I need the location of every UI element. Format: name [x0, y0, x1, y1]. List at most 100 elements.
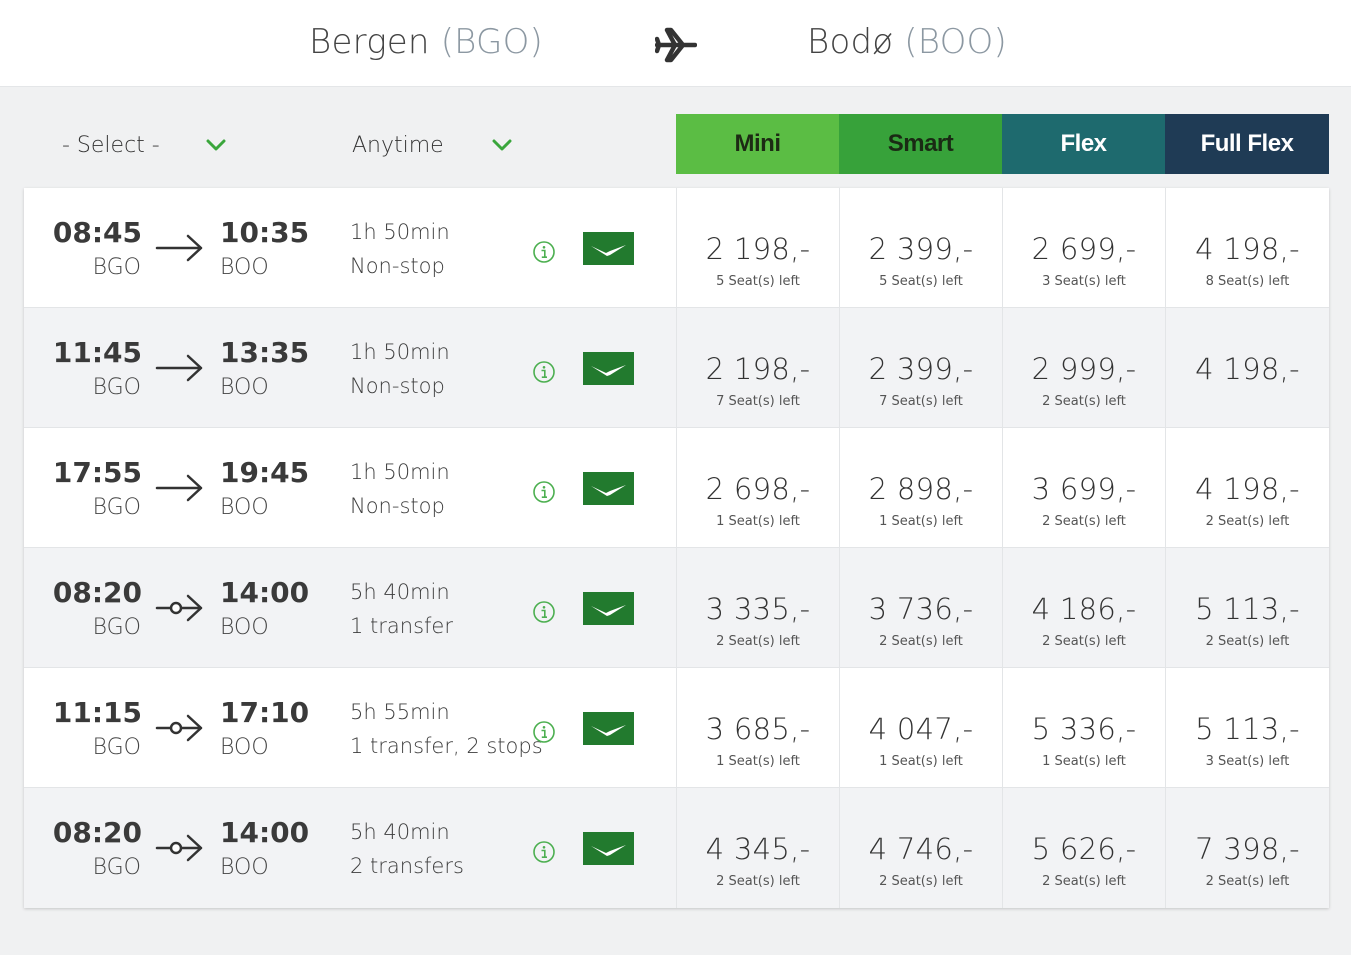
fare-cell-full-flex[interactable]: 4 198,-: [1165, 308, 1329, 427]
direct-arrow-icon: [155, 234, 203, 262]
fare-cell-full-flex[interactable]: 4 198,- 8 Seat(s) left: [1165, 188, 1329, 307]
arrival-airport: BOO: [220, 375, 269, 400]
flight-row[interactable]: 11:15 BGO 17:10 BOO 5h 55min 1 transfer,…: [24, 668, 1329, 788]
transfer-arrow-icon: [155, 834, 203, 862]
transfer-arrow-icon: [155, 594, 203, 622]
departure-airport: BGO: [92, 615, 141, 640]
info-icon[interactable]: [532, 360, 556, 384]
fare-cell-full-flex[interactable]: 5 113,- 3 Seat(s) left: [1165, 668, 1329, 787]
seats-left: 5 Seat(s) left: [879, 274, 963, 289]
seats-left: 8 Seat(s) left: [1205, 274, 1290, 289]
fare-cell-flex[interactable]: 2 999,- 2 Seat(s) left: [1002, 308, 1165, 427]
arrival-time: 14:00: [220, 816, 310, 849]
flight-duration: 1h 50min: [350, 340, 450, 364]
flight-info: 08:20 BGO 14:00 BOO 5h 40min 2 transfers: [24, 788, 676, 908]
fare-header-flex[interactable]: Flex: [1002, 114, 1165, 174]
fare-cell-smart[interactable]: 2 399,- 7 Seat(s) left: [839, 308, 1002, 427]
fare-cell-smart[interactable]: 3 736,- 2 Seat(s) left: [839, 548, 1002, 667]
seats-left: 2 Seat(s) left: [716, 634, 800, 649]
fare-cell-mini[interactable]: 3 335,- 2 Seat(s) left: [676, 548, 839, 667]
stops-filter-label: - Select -: [62, 132, 160, 158]
seats-left: 2 Seat(s) left: [1042, 874, 1126, 889]
fare-cell-mini[interactable]: 2 198,- 5 Seat(s) left: [676, 188, 839, 307]
arrival-airport: BOO: [220, 855, 269, 880]
info-icon[interactable]: [532, 240, 556, 264]
direct-arrow-icon: [155, 354, 203, 382]
info-icon[interactable]: [532, 840, 556, 864]
seats-left: 1 Seat(s) left: [879, 514, 963, 529]
arrival-airport: BOO: [220, 495, 269, 520]
time-filter-dropdown[interactable]: Anytime: [352, 128, 532, 162]
airline-logo-icon: [583, 232, 634, 265]
fare-price: 4 186,-: [1031, 592, 1137, 626]
info-icon[interactable]: [532, 720, 556, 744]
departure-airport: BGO: [92, 735, 141, 760]
fare-header-full-flex[interactable]: Full Flex: [1165, 114, 1329, 174]
fare-cell-flex[interactable]: 4 186,- 2 Seat(s) left: [1002, 548, 1165, 667]
fare-cell-full-flex[interactable]: 5 113,- 2 Seat(s) left: [1165, 548, 1329, 667]
origin-city: Bergen: [309, 22, 430, 62]
seats-left: 2 Seat(s) left: [716, 874, 800, 889]
fare-price: 3 685,-: [705, 712, 811, 746]
departure-time: 17:55: [52, 456, 142, 489]
seats-left: 7 Seat(s) left: [879, 394, 963, 409]
fare-cell-flex[interactable]: 5 336,- 1 Seat(s) left: [1002, 668, 1165, 787]
fare-price: 4 198,-: [1195, 232, 1300, 266]
flight-info: 08:20 BGO 14:00 BOO 5h 40min 1 transfer: [24, 548, 676, 667]
dest-city: Bodø: [807, 22, 894, 62]
flight-info: 17:55 BGO 19:45 BOO 1h 50min Non-stop: [24, 428, 676, 547]
flight-row[interactable]: 08:45 BGO 10:35 BOO 1h 50min Non-stop 2 …: [24, 188, 1329, 308]
fare-price: 7 398,-: [1195, 832, 1300, 866]
seats-left: 2 Seat(s) left: [879, 634, 963, 649]
seats-left: 1 Seat(s) left: [879, 754, 963, 769]
fare-price: 2 198,-: [705, 232, 811, 266]
flight-stops: Non-stop: [350, 374, 445, 398]
fare-cell-mini[interactable]: 2 698,- 1 Seat(s) left: [676, 428, 839, 547]
dest-code: (BOO): [904, 22, 1007, 62]
fare-cell-full-flex[interactable]: 4 198,- 2 Seat(s) left: [1165, 428, 1329, 547]
arrival-time: 17:10: [220, 696, 310, 729]
plane-icon: [655, 27, 697, 63]
info-icon[interactable]: [532, 480, 556, 504]
arrival-airport: BOO: [220, 615, 269, 640]
flight-duration: 5h 55min: [350, 700, 450, 724]
fare-price: 4 198,-: [1195, 472, 1300, 506]
fare-header-mini[interactable]: Mini: [676, 114, 839, 174]
fare-price: 5 336,-: [1031, 712, 1137, 746]
seats-left: 3 Seat(s) left: [1205, 754, 1290, 769]
flight-row[interactable]: 11:45 BGO 13:35 BOO 1h 50min Non-stop 2 …: [24, 308, 1329, 428]
fare-cell-flex[interactable]: 5 626,- 2 Seat(s) left: [1002, 788, 1165, 908]
arrival-airport: BOO: [220, 255, 269, 280]
fare-cell-full-flex[interactable]: 7 398,- 2 Seat(s) left: [1165, 788, 1329, 908]
airline-logo-icon: [583, 832, 634, 865]
departure-airport: BGO: [92, 375, 141, 400]
flight-row[interactable]: 08:20 BGO 14:00 BOO 5h 40min 1 transfer …: [24, 548, 1329, 668]
fare-cell-mini[interactable]: 4 345,- 2 Seat(s) left: [676, 788, 839, 908]
fare-header-smart[interactable]: Smart: [839, 114, 1002, 174]
flight-info: 08:45 BGO 10:35 BOO 1h 50min Non-stop: [24, 188, 676, 307]
fare-cell-flex[interactable]: 2 699,- 3 Seat(s) left: [1002, 188, 1165, 307]
fare-price: 3 699,-: [1031, 472, 1137, 506]
fare-cell-smart[interactable]: 4 047,- 1 Seat(s) left: [839, 668, 1002, 787]
chevron-down-icon: [492, 139, 512, 151]
fare-cell-smart[interactable]: 4 746,- 2 Seat(s) left: [839, 788, 1002, 908]
fare-cell-smart[interactable]: 2 898,- 1 Seat(s) left: [839, 428, 1002, 547]
fare-price: 2 898,-: [868, 472, 974, 506]
seats-left: 2 Seat(s) left: [879, 874, 963, 889]
fare-cell-mini[interactable]: 3 685,- 1 Seat(s) left: [676, 668, 839, 787]
fare-price: 5 113,-: [1195, 592, 1300, 626]
info-icon[interactable]: [532, 600, 556, 624]
fare-cell-mini[interactable]: 2 198,- 7 Seat(s) left: [676, 308, 839, 427]
flight-row[interactable]: 08:20 BGO 14:00 BOO 5h 40min 2 transfers…: [24, 788, 1329, 908]
stops-filter-dropdown[interactable]: - Select -: [62, 128, 252, 162]
flight-row[interactable]: 17:55 BGO 19:45 BOO 1h 50min Non-stop 2 …: [24, 428, 1329, 548]
fare-cell-flex[interactable]: 3 699,- 2 Seat(s) left: [1002, 428, 1165, 547]
fare-price: 4 345,-: [705, 832, 811, 866]
arrival-time: 19:45: [220, 456, 310, 489]
departure-time: 08:45: [52, 216, 142, 249]
fare-price: 4 198,-: [1195, 352, 1300, 386]
flight-duration: 5h 40min: [350, 580, 450, 604]
fare-cell-smart[interactable]: 2 399,- 5 Seat(s) left: [839, 188, 1002, 307]
origin: Bergen (BGO): [309, 22, 543, 62]
route-header: Bergen (BGO) Bodø (BOO): [0, 0, 1351, 87]
